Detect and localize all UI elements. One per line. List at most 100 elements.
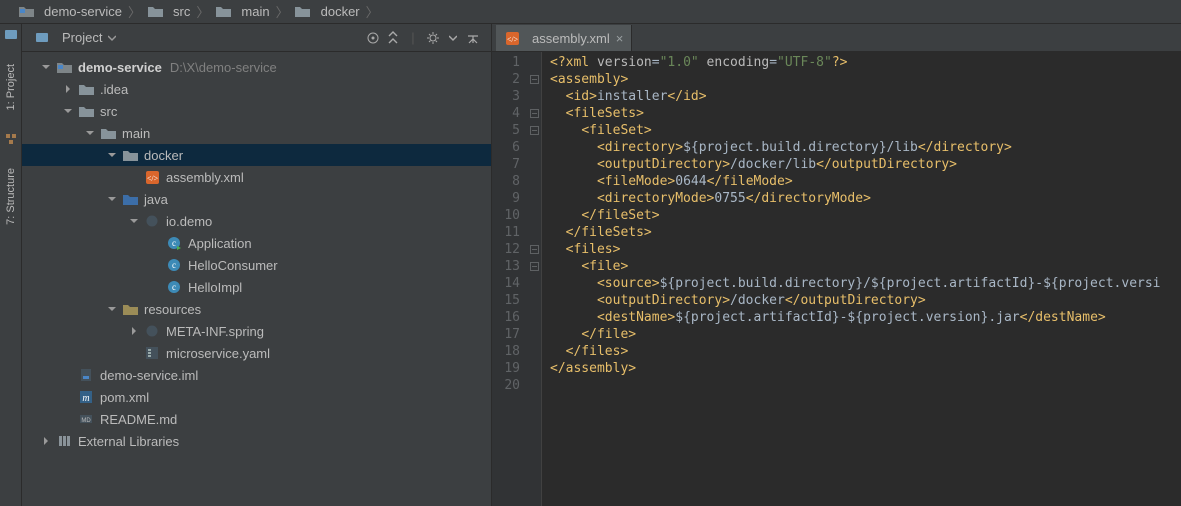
breadcrumb-item[interactable]: src [147,4,190,20]
code-area[interactable]: 1234567891011121314151617181920 <?xml ve… [492,52,1181,506]
fold-marker[interactable] [528,122,541,139]
twisty-icon [62,369,74,381]
class-icon: c [166,279,182,295]
tree-node[interactable]: main [22,122,491,144]
fold-marker [528,54,541,71]
fold-gutter[interactable] [528,52,542,506]
twisty-icon[interactable] [106,303,118,315]
tree-node[interactable]: External Libraries [22,430,491,452]
tree-node[interactable]: m pom.xml [22,386,491,408]
structure-tool-icon[interactable] [4,132,18,146]
fold-marker [528,224,541,241]
folder-icon [100,125,116,141]
tree-node-label: demo-service.iml [100,368,198,383]
fold-marker [528,88,541,105]
twisty-icon[interactable] [40,61,52,73]
twisty-icon [62,413,74,425]
breadcrumb: demo-service〉src〉main〉docker〉 [0,0,1181,24]
twisty-icon[interactable] [128,215,140,227]
tree-node-label: pom.xml [100,390,149,405]
tree-node[interactable]: resources [22,298,491,320]
fold-marker[interactable] [528,241,541,258]
tree-node[interactable]: c Application [22,232,491,254]
chevron-down-icon[interactable] [108,30,116,45]
xml-file-icon: </> [504,30,520,46]
tree-node-label: java [144,192,168,207]
project-panel-header: Project | [22,24,491,52]
line-number-gutter: 1234567891011121314151617181920 [492,52,528,506]
tree-node-hint: D:\X\demo-service [170,60,277,75]
tree-node[interactable]: io.demo [22,210,491,232]
tree-node[interactable]: </>assembly.xml [22,166,491,188]
editor-tab-assembly[interactable]: </> assembly.xml × [496,25,632,51]
fold-marker [528,207,541,224]
tool-tab-structure[interactable]: 7: Structure [3,162,19,231]
twisty-icon [62,391,74,403]
tree-node-label: External Libraries [78,434,179,449]
twisty-icon[interactable] [84,127,96,139]
fold-marker [528,343,541,360]
twisty-icon[interactable] [62,83,74,95]
collapse-all-icon[interactable] [383,28,403,48]
twisty-icon [150,281,162,293]
locate-icon[interactable] [363,28,383,48]
yaml-icon [144,345,160,361]
tree-node[interactable]: cHelloImpl [22,276,491,298]
tree-node-label: demo-service [78,60,162,75]
tree-node[interactable]: META-INF.spring [22,320,491,342]
tree-node-label: Application [188,236,252,251]
tree-node[interactable]: docker [22,144,491,166]
breadcrumb-label: main [241,4,269,19]
tree-node[interactable]: cHelloConsumer [22,254,491,276]
svg-text:m: m [82,393,89,404]
fold-marker [528,173,541,190]
svg-text:MD: MD [81,418,91,424]
folder-icon [295,4,311,20]
folder-res-icon [122,301,138,317]
close-tab-icon[interactable]: × [616,31,624,46]
fold-marker [528,326,541,343]
gear-icon[interactable] [423,28,443,48]
md-icon: MD [78,411,94,427]
tree-node[interactable]: microservice.yaml [22,342,491,364]
fold-marker[interactable] [528,105,541,122]
tool-tab-project[interactable]: 1: Project [3,58,19,116]
tree-node[interactable]: demo-service.iml [22,364,491,386]
breadcrumb-label: demo-service [44,4,122,19]
tree-node[interactable]: MDREADME.md [22,408,491,430]
breadcrumb-item[interactable]: main [215,4,269,20]
code-text[interactable]: <?xml version="1.0" encoding="UTF-8"?><a… [542,52,1181,506]
breadcrumb-separator-icon: 〉 [276,2,289,21]
twisty-icon[interactable] [106,193,118,205]
breadcrumb-item[interactable]: docker [295,4,360,20]
iml-icon [78,367,94,383]
folder-icon [122,147,138,163]
breadcrumb-item[interactable]: demo-service [18,4,122,20]
fold-marker[interactable] [528,71,541,88]
fold-marker[interactable] [528,258,541,275]
editor-tab-label: assembly.xml [532,31,610,46]
project-view-icon [34,30,50,46]
project-tree[interactable]: demo-service D:\X\demo-service .idea srcmai… [22,52,491,506]
tree-node-label: META-INF.spring [166,324,264,339]
hide-panel-icon[interactable] [463,28,483,48]
tree-node[interactable]: demo-service D:\X\demo-service [22,56,491,78]
twisty-icon[interactable] [62,105,74,117]
tree-node-label: docker [144,148,183,163]
twisty-icon[interactable] [106,149,118,161]
tree-node-label: .idea [100,82,128,97]
twisty-icon[interactable] [40,435,52,447]
project-tool-icon[interactable] [4,28,18,42]
fold-marker [528,156,541,173]
chevron-down-small-icon[interactable] [443,28,463,48]
fold-marker [528,377,541,394]
tree-node[interactable]: src [22,100,491,122]
fold-marker [528,190,541,207]
tree-node[interactable]: java [22,188,491,210]
folder-icon [78,103,94,119]
svg-text:</>: </> [506,35,518,44]
folder-src-icon [122,191,138,207]
twisty-icon[interactable] [128,325,140,337]
class-run-icon: c [166,235,182,251]
tree-node[interactable]: .idea [22,78,491,100]
